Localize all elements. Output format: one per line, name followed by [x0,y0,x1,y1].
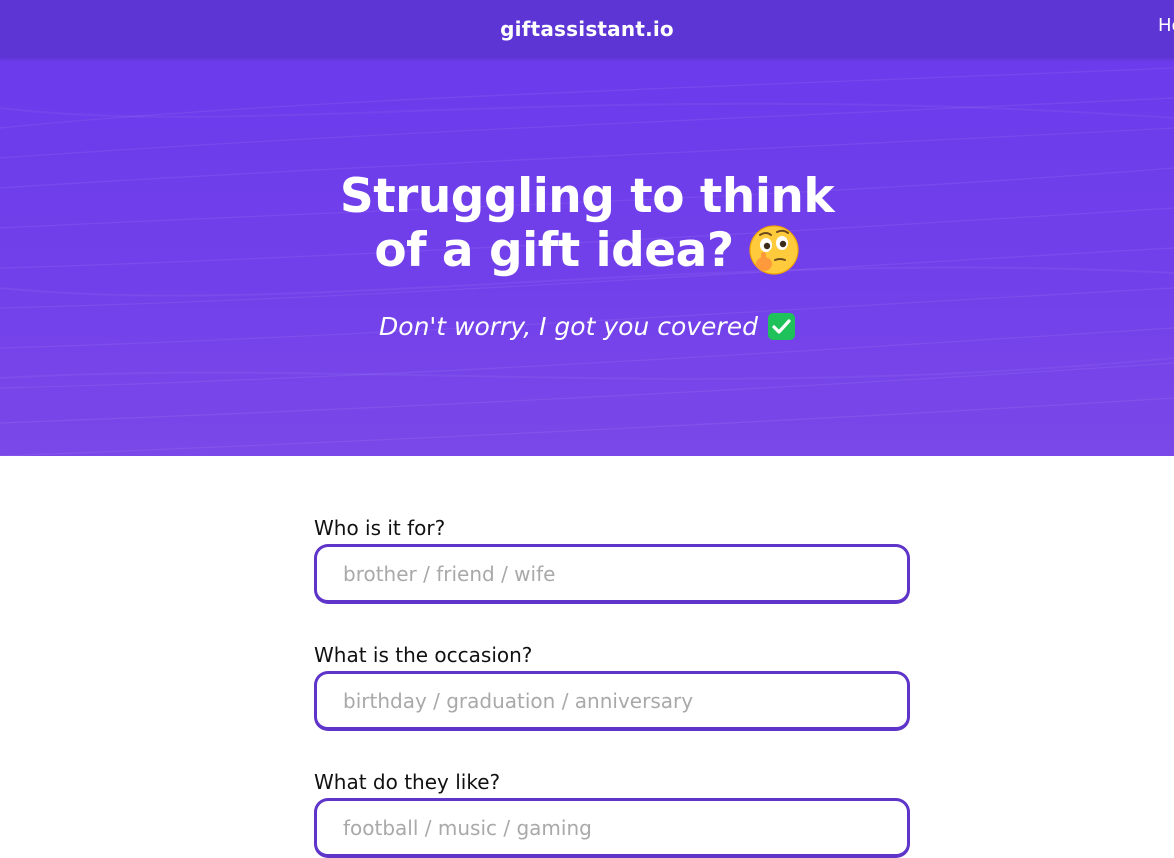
hero-title-line-1: Struggling to think [339,169,835,224]
interests-label: What do they like? [314,770,501,794]
nav-link-home[interactable]: Ho [1158,15,1174,36]
recipient-input[interactable] [314,544,910,604]
recipient-label: Who is it for? [314,516,446,540]
occasion-label: What is the occasion? [314,643,533,667]
check-mark-box-icon [767,313,795,340]
field-occasion: What is the occasion? [314,641,910,731]
gift-form: Who is it for? What is the occasion? Wha… [314,514,910,858]
field-recipient: Who is it for? [314,514,910,604]
hero-subtitle-text: Don't worry, I got you covered [379,312,758,341]
hero-title: Struggling to think of a gift idea? [0,170,1174,278]
interests-input[interactable] [314,798,910,858]
hero-title-line-2-text: of a gift idea? [374,223,734,278]
hero-title-line-2: of a gift idea? [0,224,1174,278]
top-navbar: giftassistant.io Ho [0,0,1174,58]
occasion-input[interactable] [314,671,910,731]
thinking-face-icon [749,225,799,275]
brand-logo[interactable]: giftassistant.io [500,17,674,41]
field-interests: What do they like? [314,768,910,858]
hero-banner: Struggling to think of a gift idea? Don'… [0,58,1174,456]
hero-subtitle: Don't worry, I got you covered [0,312,1174,341]
